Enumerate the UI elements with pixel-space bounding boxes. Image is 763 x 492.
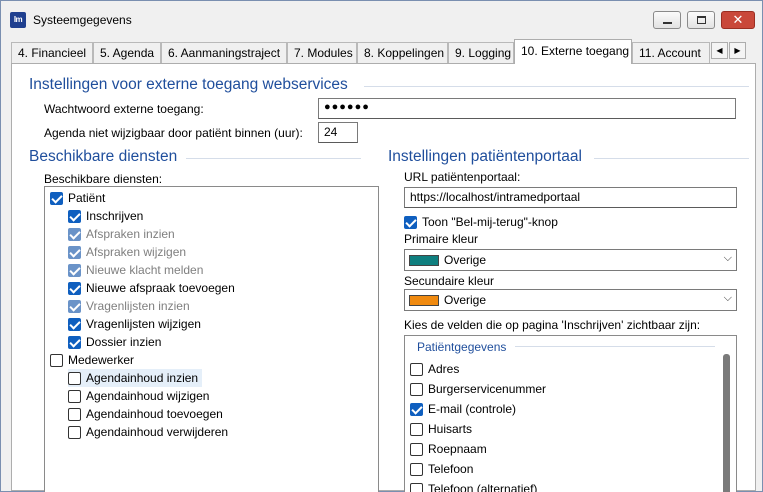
checkbox[interactable]	[50, 191, 63, 205]
services-title: Beschikbare diensten	[29, 148, 178, 165]
checkbox[interactable]	[50, 353, 63, 367]
checkbox[interactable]	[68, 371, 81, 385]
checkbox[interactable]	[68, 425, 81, 439]
tab-financieel[interactable]: 4. Financieel	[11, 42, 93, 63]
primary-color-swatch	[409, 254, 439, 266]
agenda-lock-hours-field[interactable]: 24	[318, 122, 358, 143]
checkbox[interactable]	[68, 335, 81, 349]
secondary-color-label: Secundaire kleur	[404, 274, 495, 288]
service-item-medewerker[interactable]: Medewerker	[50, 351, 134, 369]
field-item-huisarts[interactable]: Huisarts	[410, 420, 472, 438]
title-bar[interactable]: Im Systeemgegevens ✕	[1, 1, 762, 35]
checkbox[interactable]	[410, 422, 423, 436]
chevron-left-icon: ◀	[716, 46, 723, 55]
secondary-color-value: Overige	[444, 293, 487, 307]
callback-checkbox-row[interactable]: Toon "Bel-mij-terug"-knop	[404, 213, 558, 231]
webservices-divider	[364, 86, 749, 87]
callback-checkbox[interactable]	[404, 215, 417, 229]
fields-label: Kies de velden die op pagina 'Inschrijve…	[404, 318, 701, 332]
checkbox[interactable]	[68, 299, 81, 313]
field-item-telefoon-alternatief[interactable]: Telefoon (alternatief)	[410, 480, 537, 492]
portal-divider	[594, 158, 749, 159]
checkbox[interactable]	[410, 362, 423, 376]
minimize-button[interactable]	[653, 11, 681, 29]
agenda-lock-label: Agenda niet wijzigbaar door patiënt binn…	[44, 126, 303, 140]
app-icon: Im	[10, 12, 26, 28]
webservices-title: Instellingen voor externe toegang webser…	[29, 76, 348, 93]
primary-color-label: Primaire kleur	[404, 232, 479, 246]
window: Im Systeemgegevens ✕ 4. Financieel 5. Ag…	[0, 0, 763, 492]
service-item-agendainhoud-wijzigen[interactable]: Agendainhoud wijzigen	[68, 387, 209, 405]
chevron-down-icon: ⌵	[723, 292, 732, 304]
secondary-color-select[interactable]: Overige ⌵	[404, 289, 737, 311]
maximize-icon	[697, 16, 706, 24]
fields-list[interactable]: Patiëntgegevens Adres Burgerservicenumme…	[404, 335, 737, 492]
service-item-vragenlijsten-wijzigen[interactable]: Vragenlijsten wijzigen	[68, 315, 201, 333]
tab-externe-toegang[interactable]: 10. Externe toegang	[514, 39, 632, 64]
checkbox[interactable]	[68, 245, 81, 259]
checkbox[interactable]	[68, 209, 81, 223]
secondary-color-swatch	[409, 294, 439, 306]
services-list-label: Beschikbare diensten:	[44, 172, 163, 186]
chevron-right-icon: ▶	[734, 46, 741, 55]
password-field[interactable]: ●●●●●●	[318, 98, 736, 119]
patient-data-divider	[515, 346, 715, 347]
portal-url-label: URL patiëntenportaal:	[404, 170, 521, 184]
service-item-inschrijven[interactable]: Inschrijven	[68, 207, 143, 225]
close-icon: ✕	[732, 12, 744, 27]
tab-panel: Instellingen voor externe toegang webser…	[11, 63, 756, 492]
tab-koppelingen[interactable]: 8. Koppelingen	[357, 42, 448, 63]
tab-modules[interactable]: 7. Modules	[287, 42, 357, 63]
primary-color-value: Overige	[444, 253, 487, 267]
tab-aanmaningstraject[interactable]: 6. Aanmaningstraject	[161, 42, 287, 63]
tab-agenda[interactable]: 5. Agenda	[93, 42, 161, 63]
service-item-klacht-melden[interactable]: Nieuwe klacht melden	[68, 261, 203, 279]
checkbox[interactable]	[410, 442, 423, 456]
window-title: Systeemgegevens	[33, 13, 132, 27]
checkbox[interactable]	[410, 462, 423, 476]
checkbox[interactable]	[68, 227, 81, 241]
field-item-email-controle[interactable]: E-mail (controle)	[410, 400, 516, 418]
service-item-agendainhoud-inzien[interactable]: Agendainhoud inzien	[68, 369, 203, 387]
fields-scrollbar[interactable]	[723, 354, 730, 492]
tab-strip: 4. Financieel 5. Agenda 6. Aanmaningstra…	[11, 39, 756, 64]
checkbox[interactable]	[68, 281, 81, 295]
tab-scroll-right-button[interactable]: ▶	[729, 42, 746, 59]
service-item-dossier-inzien[interactable]: Dossier inzien	[68, 333, 161, 351]
services-divider	[186, 158, 361, 159]
maximize-button[interactable]	[687, 11, 715, 29]
service-item-vragenlijsten-inzien[interactable]: Vragenlijsten inzien	[68, 297, 190, 315]
minimize-icon	[663, 22, 672, 24]
patient-data-title: Patiëntgegevens	[417, 340, 507, 354]
password-label: Wachtwoord externe toegang:	[44, 102, 204, 116]
tab-logging[interactable]: 9. Logging	[448, 42, 514, 63]
checkbox[interactable]	[410, 402, 423, 416]
checkbox[interactable]	[410, 482, 423, 492]
checkbox[interactable]	[410, 382, 423, 396]
checkbox[interactable]	[68, 407, 81, 421]
chevron-down-icon: ⌵	[723, 252, 732, 264]
callback-label: Toon "Bel-mij-terug"-knop	[422, 215, 558, 229]
service-item-agendainhoud-verwijderen[interactable]: Agendainhoud verwijderen	[68, 423, 228, 441]
tab-account[interactable]: 11. Account	[632, 42, 710, 63]
field-item-telefoon[interactable]: Telefoon	[410, 460, 473, 478]
service-item-afspraken-inzien[interactable]: Afspraken inzien	[68, 225, 175, 243]
portal-title: Instellingen patiëntenportaal	[388, 148, 582, 165]
checkbox[interactable]	[68, 263, 81, 277]
checkbox[interactable]	[68, 389, 81, 403]
checkbox[interactable]	[68, 317, 81, 331]
service-item-afspraak-toevoegen[interactable]: Nieuwe afspraak toevoegen	[68, 279, 235, 297]
field-item-roepnaam[interactable]: Roepnaam	[410, 440, 487, 458]
service-item-agendainhoud-toevoegen[interactable]: Agendainhoud toevoegen	[68, 405, 223, 423]
services-list[interactable]: Patiënt Inschrijven Afspraken inzien Afs…	[44, 186, 379, 492]
service-item-patient[interactable]: Patiënt	[50, 189, 105, 207]
service-item-afspraken-wijzigen[interactable]: Afspraken wijzigen	[68, 243, 186, 261]
field-item-bsn[interactable]: Burgerservicenummer	[410, 380, 546, 398]
tab-scroll-left-button[interactable]: ◀	[711, 42, 728, 59]
primary-color-select[interactable]: Overige ⌵	[404, 249, 737, 271]
close-button[interactable]: ✕	[721, 11, 755, 29]
field-item-adres[interactable]: Adres	[410, 360, 459, 378]
portal-url-field[interactable]: https://localhost/intramedportaal	[404, 187, 737, 208]
